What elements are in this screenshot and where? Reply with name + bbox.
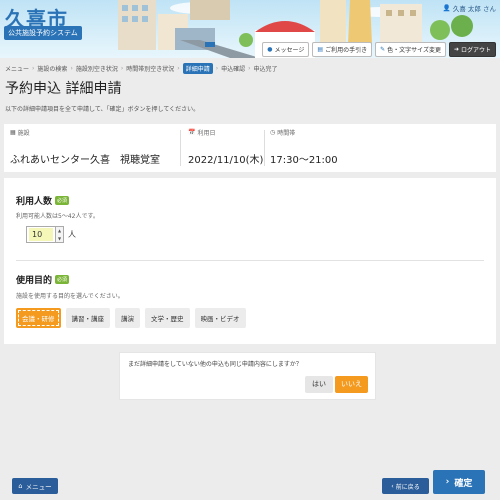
purpose-title: 使用目的 必須	[16, 273, 70, 286]
purpose-option[interactable]: 講習・講座	[65, 308, 110, 328]
message-button-label: メッセージ	[274, 47, 305, 54]
breadcrumb-item-complete: 申込完了	[253, 66, 278, 73]
date-info: 📅 利用日 2022/11/10(木)	[188, 128, 263, 166]
breadcrumb-item-facility-availability[interactable]: 施設別空き状況	[76, 64, 118, 73]
purpose-option[interactable]: 会議・研修	[16, 308, 61, 328]
reservation-info: ▦ 施設 ふれあいセンター久喜 視聴覚室 📅 利用日 2022/11/10(木) ◷…	[4, 124, 496, 172]
usage-count-input-box[interactable]: 10	[26, 226, 56, 243]
usage-count-title-text: 利用人数	[16, 197, 53, 207]
chevron-right-icon: ›	[248, 65, 251, 72]
color-font-button[interactable]: ✎ 色・文字サイズ変更	[375, 42, 446, 57]
time-value: 17:30～21:00	[270, 155, 338, 166]
logout-button[interactable]: ➜ ログアウト	[448, 42, 496, 57]
breadcrumb-item-detail: 詳細申請	[182, 63, 213, 74]
user-icon: 👤	[442, 4, 451, 12]
breadcrumb: メニュー › 施設の検索 › 施設別空き状況 › 時間帯別空き状況 › 詳細申請…	[5, 63, 278, 74]
time-label: 時間帯	[277, 130, 296, 137]
purpose-option[interactable]: 文学・歴史	[145, 308, 190, 328]
page-title: 予約申込 詳細申請	[5, 81, 122, 97]
color-font-button-label: 色・文字サイズ変更	[387, 47, 441, 54]
menu-button-label: メニュー	[25, 483, 52, 491]
user-info: 👤 久喜 太郎 さん	[443, 3, 496, 13]
chevron-right-icon: ›	[120, 65, 124, 72]
confirm-button-label: 確定	[454, 478, 473, 489]
chevron-right-icon: ›	[32, 65, 35, 72]
guide-button-label: ご利用の手引き	[325, 47, 368, 54]
page-description: 以下の詳細申請項目を全て申請して、「確定」ボタンを押してください。	[5, 106, 200, 113]
time-info: ◷ 時間帯 17:30～21:00	[270, 128, 338, 166]
breadcrumb-item-search[interactable]: 施設の検索	[37, 64, 67, 73]
purpose-options: 会議・研修 講習・講座 講演 文学・歴史 映画・ビデオ	[16, 308, 246, 328]
brush-icon: ✎	[380, 46, 386, 53]
purpose-option[interactable]: 映画・ビデオ	[194, 308, 246, 328]
usage-count-description: 利用可能人数は5～42人です。	[16, 213, 99, 220]
decrement-icon[interactable]: ▼	[58, 236, 61, 241]
required-badge: 必須	[55, 275, 70, 284]
system-name-badge: 公共施設予約システム	[4, 26, 82, 40]
detail-form: 利用人数 必須 利用可能人数は5～42人です。 10 ▲ ▼ 人 使用目的 必須…	[4, 178, 496, 344]
usage-count-stepper[interactable]: 10 ▲ ▼ 人	[26, 226, 76, 243]
purpose-option[interactable]: 講演	[115, 308, 140, 328]
guide-button[interactable]: ▤ ご利用の手引き	[312, 42, 373, 57]
breadcrumb-item-confirm: 申込確認	[221, 66, 246, 73]
menu-button[interactable]: ⌂ メニュー	[12, 478, 58, 494]
message-button[interactable]: ● メッセージ	[262, 42, 310, 57]
purpose-title-text: 使用目的	[16, 276, 53, 286]
chevron-left-icon: ‹	[391, 482, 394, 490]
header: 久喜市 公共施設予約システム 👤 久喜 太郎 さん ● メッセージ ▤ ご利用の…	[0, 0, 500, 58]
usage-count-input[interactable]: 10	[29, 228, 53, 241]
date-label: 利用日	[197, 130, 216, 137]
speech-bubble-icon: ●	[267, 46, 273, 53]
user-name: 久喜 太郎 さん	[452, 5, 496, 13]
section-divider	[16, 260, 484, 261]
back-button[interactable]: ‹ 前に戻る	[382, 478, 429, 494]
breadcrumb-item-menu[interactable]: メニュー	[5, 64, 29, 73]
building-icon: ▦	[10, 129, 16, 136]
date-value: 2022/11/10(木)	[188, 155, 264, 166]
usage-count-unit: 人	[68, 230, 76, 239]
prompt-text: まだ詳細申請をしていない他の申込も同じ申請内容にしますか？	[128, 361, 302, 368]
divider	[180, 130, 181, 166]
document-icon: ▤	[317, 46, 324, 53]
divider	[264, 130, 265, 166]
header-toolbar: ● メッセージ ▤ ご利用の手引き ✎ 色・文字サイズ変更 ➜ ログアウト	[262, 42, 496, 57]
breadcrumb-item-time-availability[interactable]: 時間帯別空き状況	[126, 64, 174, 73]
facility-info: ▦ 施設 ふれあいセンター久喜 視聴覚室	[10, 128, 160, 166]
usage-count-title: 利用人数 必須	[16, 194, 70, 207]
back-button-label: 前に戻る	[395, 483, 420, 491]
logout-button-label: ログアウト	[460, 47, 491, 54]
facility-value: ふれあいセンター久喜 視聴覚室	[10, 155, 160, 166]
yes-button[interactable]: はい	[305, 376, 333, 393]
logout-icon: ➜	[453, 46, 459, 53]
confirm-button[interactable]: › 確定	[433, 470, 485, 494]
chevron-right-icon: ›	[177, 65, 180, 72]
no-button[interactable]: いいえ	[335, 376, 368, 393]
calendar-icon: 📅	[188, 129, 196, 136]
clock-icon: ◷	[270, 129, 276, 136]
apply-to-others-prompt: まだ詳細申請をしていない他の申込も同じ申請内容にしますか？ はい いいえ	[119, 352, 376, 400]
required-badge: 必須	[55, 196, 70, 205]
chevron-right-icon: ›	[445, 477, 450, 487]
facility-label: 施設	[17, 130, 30, 137]
increment-icon[interactable]: ▲	[58, 228, 61, 233]
home-icon: ⌂	[18, 482, 23, 490]
chevron-right-icon: ›	[215, 65, 219, 72]
purpose-description: 施設を使用する目的を選んでください。	[16, 293, 124, 300]
chevron-right-icon: ›	[70, 65, 73, 72]
stepper-arrows[interactable]: ▲ ▼	[56, 226, 64, 243]
